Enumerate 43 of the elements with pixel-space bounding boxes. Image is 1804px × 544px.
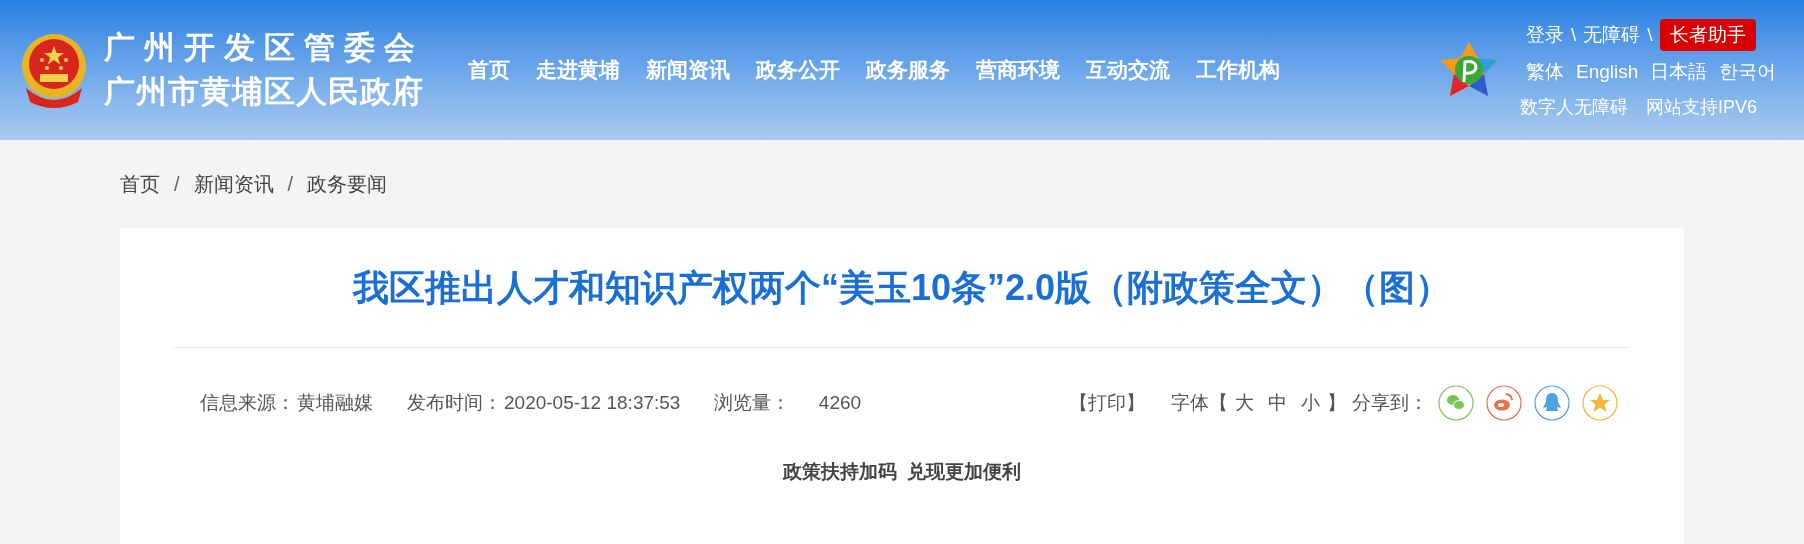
breadcrumb-separator: / [174,172,180,197]
font-size-link[interactable]: 中 [1268,388,1287,418]
share-label: 分享到： [1352,390,1428,415]
top-link[interactable]: 无障碍 [1583,20,1641,50]
site-name: 广州开发区管委会 [104,29,424,67]
nav-link[interactable]: 新闻资讯 [646,54,730,86]
breadcrumb-link[interactable]: 首页 [120,169,160,199]
header-link[interactable]: 网站支持IPV6 [1646,93,1758,121]
meta-info: 浏览量： 4260 [714,390,862,415]
nav-link[interactable]: 营商环境 [976,54,1060,86]
meta-info: 信息来源：黄埔融媒 [200,390,373,415]
top-link[interactable]: 登录 [1526,20,1564,50]
nav-link[interactable]: 走进黄埔 [536,54,620,86]
language-link[interactable]: 한국어 [1719,57,1777,87]
separator: \ [1571,22,1577,47]
nav-link[interactable]: 互动交流 [1086,54,1170,86]
nav-link[interactable]: 工作机构 [1196,54,1280,86]
article-title: 我区推出人才和知识产权两个“美玉10条”2.0版（附政策全文）（图） [174,228,1630,348]
meta-info: 发布时间：2020-05-12 18:37:53 [407,390,681,415]
language-link[interactable]: 日本語 [1650,57,1708,87]
breadcrumb-link[interactable]: 新闻资讯 [193,169,274,199]
breadcrumb-link[interactable]: 政务要闻 [307,169,388,199]
language-link[interactable]: 繁体 [1526,57,1564,87]
article-subtitle: 政策扶持加码 兑现更加便利 [781,460,1023,484]
header-link[interactable]: 数字人无障碍 [1520,93,1628,121]
language-link[interactable]: English [1576,57,1639,87]
font-size-link[interactable]: 大 [1235,388,1254,418]
bracket: 【 [1209,390,1228,415]
qzone-share-icon[interactable] [1582,385,1618,421]
elder-assistant-button[interactable]: 长者助手 [1659,18,1756,52]
bracket: 】 [1327,390,1346,415]
wechat-share-icon[interactable] [1438,385,1474,421]
separator: \ [1647,22,1653,47]
nav-link[interactable]: 政务公开 [756,54,840,86]
qq-share-icon[interactable] [1534,385,1570,421]
nav-link[interactable]: 首页 [468,54,510,86]
breadcrumb-separator: / [287,172,294,197]
font-size-label: 字体 [1171,390,1209,415]
print-link[interactable]: 【打印】 [1069,388,1145,418]
site-name: 广州市黄埔区人民政府 [104,73,424,111]
font-size-link[interactable]: 小 [1301,388,1320,418]
nav-link[interactable]: 政务服务 [866,54,950,86]
weibo-share-icon[interactable] [1486,385,1522,421]
